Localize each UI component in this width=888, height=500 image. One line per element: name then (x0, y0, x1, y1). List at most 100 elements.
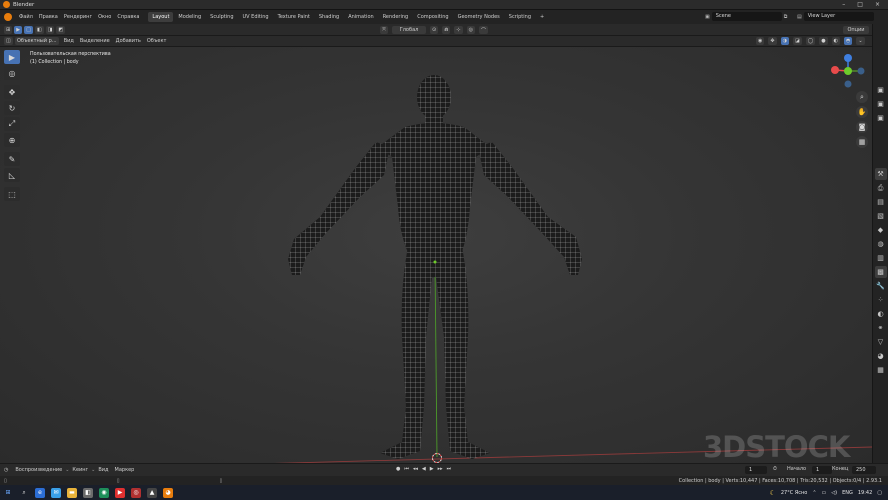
select-invert-icon[interactable]: ◩ (56, 25, 66, 34)
zoom-icon[interactable]: ⌕ (856, 91, 868, 103)
outliner-camera-icon[interactable]: ▣ (875, 84, 887, 96)
falloff-icon[interactable]: ⌒ (479, 26, 489, 34)
perspective-toggle-icon[interactable]: ▦ (856, 136, 868, 148)
transform-tool-icon[interactable]: ⊕ (4, 133, 20, 147)
overlay-icon[interactable]: ◑ (780, 37, 789, 45)
close-icon[interactable]: × (875, 1, 880, 8)
end-frame-field[interactable]: 250 (852, 466, 876, 474)
clock[interactable]: 19:42 (858, 490, 872, 496)
network-icon[interactable]: ▭ (822, 490, 827, 496)
mode-dropdown[interactable]: Объектный р... (14, 37, 59, 45)
menu-file[interactable]: Файл (16, 14, 36, 20)
menu-help[interactable]: Справка (114, 14, 142, 20)
cursor-tool-icon[interactable]: ◎ (4, 66, 20, 80)
windows-start-icon[interactable]: ⊞ (3, 488, 13, 498)
tab-shading[interactable]: Shading (315, 12, 343, 22)
menu-add[interactable]: Добавить (113, 38, 144, 44)
render-properties-icon[interactable]: ⎙ (875, 182, 887, 194)
store-icon[interactable]: ◧ (83, 487, 93, 498)
editor-type-icon[interactable]: ⊞ (4, 25, 13, 34)
snap-target-icon[interactable]: ⊹ (454, 26, 463, 34)
texture-properties-icon[interactable]: ▦ (875, 364, 887, 376)
outliner-camera-2-icon[interactable]: ▣ (875, 98, 887, 110)
object-properties-icon[interactable]: ▩ (874, 266, 887, 278)
tab-rendering[interactable]: Rendering (379, 12, 413, 22)
menu-object[interactable]: Объект (144, 38, 170, 44)
tab-animation[interactable]: Animation (344, 12, 378, 22)
proportional-editing-icon[interactable]: ◎ (466, 26, 475, 34)
outliner-camera-3-icon[interactable]: ▣ (875, 112, 887, 124)
marker-menu[interactable]: Маркер (112, 467, 138, 473)
current-frame-field[interactable]: 1 (745, 466, 767, 474)
tool-properties-icon[interactable]: ⚒ (874, 168, 887, 180)
3d-viewport[interactable]: Пользовательская перспектива (1) Collect… (0, 47, 872, 463)
tab-texture-paint[interactable]: Texture Paint (274, 12, 314, 22)
tab-layout[interactable]: Layout (148, 12, 174, 22)
menu-edit[interactable]: Правка (36, 14, 61, 20)
tab-geometry-nodes[interactable]: Geometry Nodes (454, 12, 504, 22)
menu-select[interactable]: Выделение (77, 38, 113, 44)
view-layer-properties-icon[interactable]: ▧ (875, 210, 887, 222)
add-cube-tool-icon[interactable]: ⬚ (4, 187, 20, 201)
tab-sculpting[interactable]: Sculpting (206, 12, 237, 22)
navigation-gizmo[interactable] (826, 53, 866, 93)
tab-compositing[interactable]: Compositing (413, 12, 452, 22)
menu-view[interactable]: Вид (61, 38, 77, 44)
collection-properties-icon[interactable]: ▥ (875, 252, 887, 264)
pivot-point-icon[interactable]: ⊙ (430, 26, 439, 34)
constraints-properties-icon[interactable]: ⚭ (875, 322, 887, 334)
jump-end-icon[interactable]: ⏭ (447, 466, 452, 472)
mail-icon[interactable]: ✉ (51, 487, 61, 498)
timeline-editor-icon[interactable]: ◷ (4, 467, 8, 473)
blender-menu-icon[interactable] (4, 13, 12, 21)
stopwatch-icon[interactable]: ⏱ (773, 466, 777, 472)
transform-orientation-icon[interactable]: ⤧ (380, 26, 389, 34)
rotate-tool-icon[interactable]: ↻ (4, 101, 20, 115)
select-tool-icon[interactable]: ▶ (14, 25, 23, 34)
view-layer-field[interactable]: View Layer (803, 12, 874, 21)
record-icon[interactable]: ● (396, 466, 400, 472)
scale-tool-icon[interactable]: ⤢ (4, 117, 20, 131)
world-properties-icon[interactable]: ◍ (875, 238, 887, 250)
copy-scene-icon[interactable]: ⧉ (784, 14, 788, 20)
move-tool-icon[interactable]: ✥ (4, 85, 20, 99)
camera-view-icon[interactable]: ◙ (856, 121, 868, 133)
notification-icon[interactable]: ▢ (877, 490, 882, 496)
select-subtract-icon[interactable]: ◨ (45, 25, 55, 34)
visibility-icon[interactable]: ◉ (756, 37, 765, 45)
snap-icon[interactable]: ⋒ (442, 26, 451, 34)
xray-icon[interactable]: ◪ (792, 37, 802, 45)
search-icon[interactable]: ⌕ (19, 488, 29, 498)
measure-tool-icon[interactable]: ◺ (4, 168, 20, 182)
maximize-icon[interactable]: □ (857, 1, 863, 8)
next-key-icon[interactable]: ▸▸ (438, 466, 443, 472)
blender-taskbar-icon[interactable]: ◕ (163, 487, 173, 498)
minimize-icon[interactable]: – (842, 1, 845, 8)
tab-scripting[interactable]: Scripting (505, 12, 535, 22)
tray-chevron-icon[interactable]: ⌃ (812, 490, 816, 496)
edge-browser-icon[interactable]: e (35, 487, 45, 498)
data-properties-icon[interactable]: ▽ (875, 336, 887, 348)
modifier-properties-icon[interactable]: 🔧 (875, 280, 887, 292)
pan-hand-icon[interactable]: ✋ (856, 106, 868, 118)
prev-key-icon[interactable]: ◂◂ (413, 466, 418, 472)
shading-options-icon[interactable]: ⌄ (856, 37, 865, 45)
scene-properties-icon[interactable]: ◆ (875, 224, 887, 236)
jump-start-icon[interactable]: ⏮ (404, 466, 409, 472)
media-app-icon[interactable]: ◎ (131, 487, 141, 498)
select-extend-icon[interactable]: ◧ (34, 25, 44, 34)
tab-modeling[interactable]: Modeling (174, 12, 205, 22)
weather-text[interactable]: 27°C Ясно (781, 490, 808, 496)
menu-render[interactable]: Рендеринг (61, 14, 95, 20)
timeline-view-menu[interactable]: Вид (95, 467, 111, 473)
menu-window[interactable]: Окно (95, 14, 114, 20)
solid-shading-icon[interactable]: ● (819, 37, 828, 45)
annotate-tool-icon[interactable]: ✎ (4, 152, 20, 166)
particles-properties-icon[interactable]: ⁘ (875, 294, 887, 306)
transform-orientation-dropdown[interactable]: Глобал (392, 26, 427, 34)
volume-icon[interactable]: ◁) (831, 490, 837, 496)
wireframe-shading-icon[interactable]: ◯ (805, 37, 816, 45)
playback-menu[interactable]: Воспроизведение (12, 467, 65, 473)
file-explorer-icon[interactable]: ▬ (67, 487, 77, 498)
material-shading-icon[interactable]: ◐ (831, 37, 841, 45)
